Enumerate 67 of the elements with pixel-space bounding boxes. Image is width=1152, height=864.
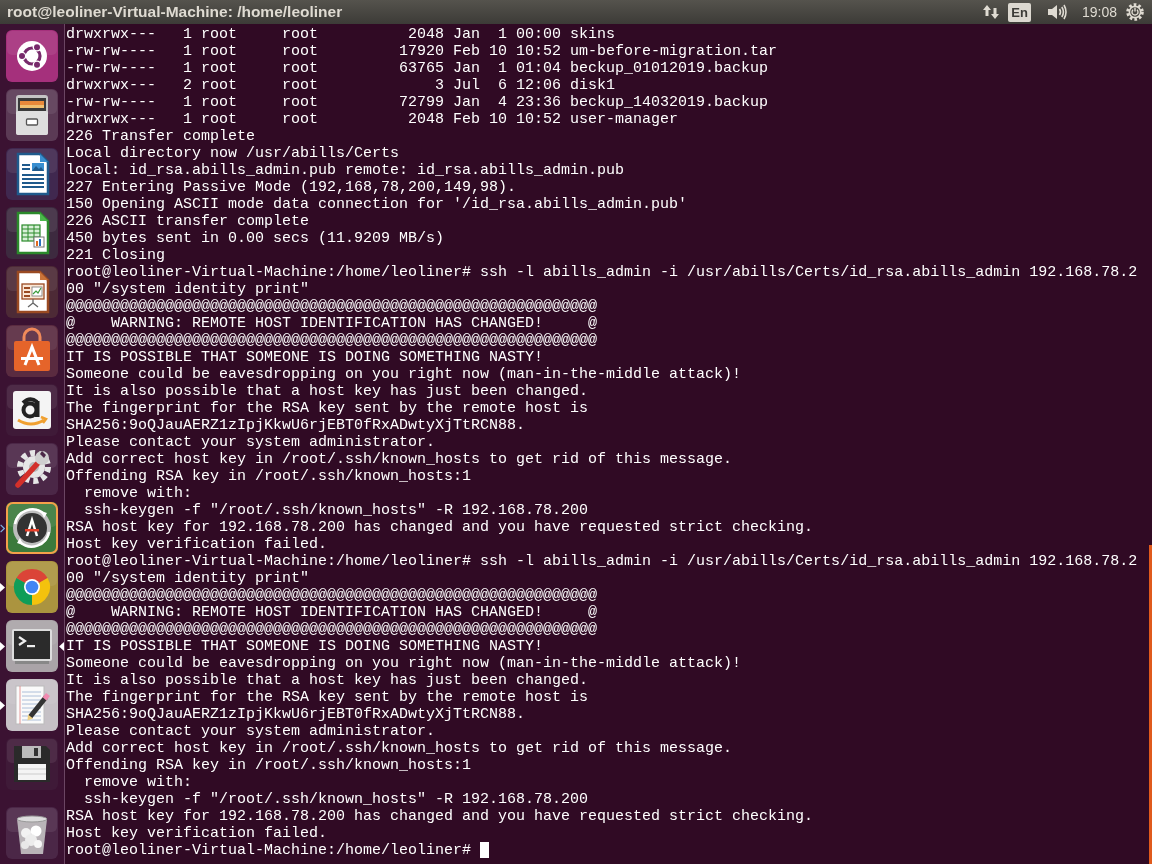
terminal-line: Local directory now /usr/abills/Certs xyxy=(66,145,400,162)
terminal-line: RSA host key for 192.168.78.200 has changed and you have requested strict checking. xyxy=(66,808,814,825)
terminal-line: @@@@@@@@@@@@@@@@@@@@@@@@@@@@@@@@@@@@@@@@@@@@@@@@@@@@@@@@@@@ xyxy=(66,621,598,638)
terminal-line: Host key verification failed. xyxy=(66,825,328,842)
terminal-line: drwxrwx--- 1 root root 2048 Feb 10 10:52 user-manager xyxy=(66,111,679,128)
terminal-line: 221 Closing xyxy=(66,247,166,264)
terminal-line: ssh-keygen -f "/root/.ssh/known_hosts" -R 192.168.78.200 xyxy=(83,502,589,519)
terminal-line: The fingerprint for the RSA key sent by the remote host is xyxy=(66,400,589,417)
gear-wrench-icon[interactable] xyxy=(6,443,58,495)
terminal-line: 226 ASCII transfer complete xyxy=(66,213,310,230)
shopping-bag-icon[interactable] xyxy=(6,325,58,377)
terminal-line: remove with: xyxy=(83,485,193,502)
terminal-line: 00 "/system identity print" xyxy=(66,570,310,587)
ring-dots-icon[interactable] xyxy=(6,30,58,82)
terminal-line: Host key verification failed. xyxy=(66,536,328,553)
window-title: root@leoliner-Virtual-Machine: /home/leoliner xyxy=(6,2,343,22)
terminal-line: drwxrwx--- 1 root root 2048 Jan 1 00:00 skins xyxy=(66,26,616,43)
up-down-arrows-icon[interactable] xyxy=(983,4,1000,20)
file-cabinet-icon[interactable] xyxy=(6,89,58,141)
terminal-line: SHA256:9oQJauAERZ1zIpjKkwU6rjEBT0fRxADwtyXjTtRCN88. xyxy=(66,706,526,723)
terminal-line: 227 Entering Passive Mode (192,168,78,200,149,98). xyxy=(66,179,517,196)
terminal-line: 150 Opening ASCII mode data connection for '/id_rsa.abills_admin.pub' xyxy=(66,196,688,213)
terminal-line: drwxrwx--- 2 root root 3 Jul 6 12:06 disk1 xyxy=(66,77,616,94)
trash-bin-icon[interactable] xyxy=(6,807,58,859)
terminal-line: The fingerprint for the RSA key sent by the remote host is xyxy=(66,689,589,706)
terminal-line: IT IS POSSIBLE THAT SOMEONE IS DOING SOMETHING NASTY! xyxy=(66,638,544,655)
clock[interactable]: 19:08 xyxy=(1081,1,1117,23)
terminal-line: Add correct host key in /root/.ssh/known_hosts to get rid of this message. xyxy=(66,451,733,468)
terminal-line: Add correct host key in /root/.ssh/known_hosts to get rid of this message. xyxy=(66,740,733,757)
terminal-line: 450 bytes sent in 0.00 secs (11.9209 MB/s) xyxy=(66,230,445,247)
terminal-line: remove with: xyxy=(83,774,193,791)
terminal-line: ssh-keygen -f "/root/.ssh/known_hosts" -R 192.168.78.200 xyxy=(83,791,589,808)
document-icon[interactable] xyxy=(6,148,58,200)
terminal-line: Offending RSA key in /root/.ssh/known_hosts:1 xyxy=(66,468,472,485)
presentation-icon[interactable] xyxy=(6,266,58,318)
terminal-line: -rw-rw---- 1 root root 72799 Jan 4 23:36 beckup_14032019.backup xyxy=(66,94,769,111)
terminal-line: @@@@@@@@@@@@@@@@@@@@@@@@@@@@@@@@@@@@@@@@@@@@@@@@@@@@@@@@@@@ xyxy=(66,298,598,315)
terminal-line: 00 "/system identity print" xyxy=(66,281,310,298)
terminal-line: SHA256:9oQJauAERZ1zIpjKkwU6rjEBT0fRxADwtyXjTtRCN88. xyxy=(66,417,526,434)
power-gear-icon[interactable] xyxy=(1126,3,1144,21)
terminal-line: Please contact your system administrator. xyxy=(66,723,436,740)
terminal-line: root@leoliner-Virtual-Machine:/home/leoliner# ssh -l abills_admin -i /usr/abills/Certs/id_rsa.abills_admin 192.168.78.2 xyxy=(66,264,1138,281)
scrollbar-thumb[interactable] xyxy=(1149,545,1152,864)
terminal-line: Someone could be eavesdropping on you right now (man-in-the-middle attack)! xyxy=(66,366,742,383)
terminal-line: @ WARNING: REMOTE HOST IDENTIFICATION HAS CHANGED! @ xyxy=(66,315,598,332)
terminal-line: -rw-rw---- 1 root root 17920 Feb 10 10:52 um-before-migration.tar xyxy=(66,43,778,60)
terminal-line: IT IS POSSIBLE THAT SOMEONE IS DOING SOMETHING NASTY! xyxy=(66,349,544,366)
terminal-line: Offending RSA key in /root/.ssh/known_hosts:1 xyxy=(66,757,472,774)
terminal-line: root@leoliner-Virtual-Machine:/home/leoliner# ssh -l abills_admin -i /usr/abills/Certs/id_rsa.abills_admin 192.168.78.2 xyxy=(66,553,1138,570)
keyboard-layout-indicator[interactable]: En xyxy=(1008,2,1031,22)
terminal-line: @@@@@@@@@@@@@@@@@@@@@@@@@@@@@@@@@@@@@@@@@@@@@@@@@@@@@@@@@@@ xyxy=(66,332,598,349)
terminal-line: @@@@@@@@@@@@@@@@@@@@@@@@@@@@@@@@@@@@@@@@@@@@@@@@@@@@@@@@@@@ xyxy=(66,587,598,604)
terminal-icon[interactable] xyxy=(6,620,58,672)
terminal-line: @ WARNING: REMOTE HOST IDENTIFICATION HAS CHANGED! @ xyxy=(66,604,598,621)
terminal-line: 226 Transfer complete xyxy=(66,128,256,145)
speaker-icon[interactable] xyxy=(1046,4,1067,20)
spreadsheet-icon[interactable] xyxy=(6,207,58,259)
notepad-pencil-icon[interactable] xyxy=(6,679,58,731)
terminal-line: -rw-rw---- 1 root root 63765 Jan 1 01:04 beckup_01012019.backup xyxy=(66,60,769,77)
terminal-line: It is also possible that a host key has just been changed. xyxy=(66,672,589,689)
terminal-line: It is also possible that a host key has just been changed. xyxy=(66,383,589,400)
terminal-line: RSA host key for 192.168.78.200 has changed and you have requested strict checking. xyxy=(66,519,814,536)
terminal-line: Please contact your system administrator. xyxy=(66,434,436,451)
terminal-line: root@leoliner-Virtual-Machine:/home/leoliner# xyxy=(66,842,472,859)
circular-arrows-icon[interactable] xyxy=(6,502,58,554)
terminal-line: Someone could be eavesdropping on you right now (man-in-the-middle attack)! xyxy=(66,655,742,672)
terminal-line: local: id_rsa.abills_admin.pub remote: id_rsa.abills_admin.pub xyxy=(66,162,625,179)
